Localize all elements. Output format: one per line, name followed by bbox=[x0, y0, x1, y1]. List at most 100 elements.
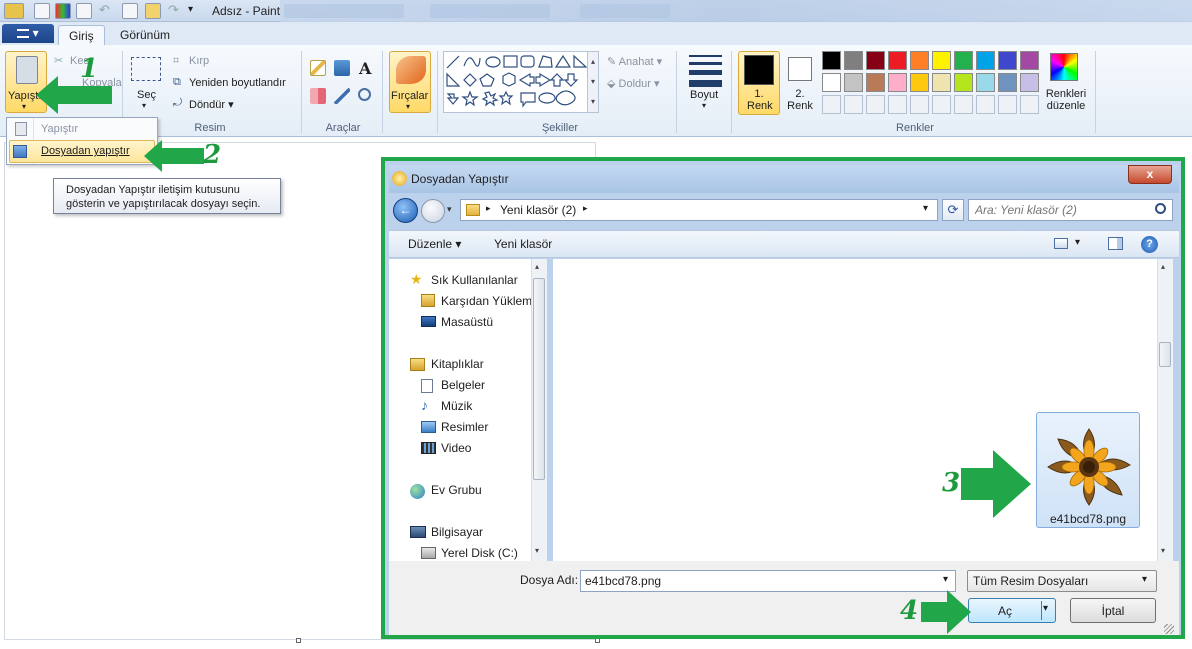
nav-local-disk[interactable]: Yerel Disk (C:) bbox=[441, 546, 518, 560]
palette-swatch[interactable] bbox=[1020, 73, 1039, 92]
menu-item-paste[interactable]: Yapıştır bbox=[41, 123, 78, 135]
custom-color-slot[interactable] bbox=[822, 95, 841, 114]
size-dropdown-icon[interactable]: ▾ bbox=[702, 101, 706, 110]
help-icon[interactable]: ? bbox=[1141, 236, 1158, 253]
cancel-button[interactable]: İptal bbox=[1070, 598, 1156, 623]
nav-documents[interactable]: Belgeler bbox=[441, 378, 485, 392]
back-button[interactable]: ← bbox=[393, 198, 418, 223]
navigation-scroll-thumb[interactable] bbox=[533, 278, 545, 480]
pencil-icon[interactable] bbox=[310, 60, 326, 76]
new-folder-button[interactable]: Yeni klasör bbox=[494, 237, 552, 251]
text-tool-icon[interactable]: A bbox=[359, 59, 371, 78]
shapes-gallery[interactable] bbox=[443, 51, 595, 113]
palette-swatch[interactable] bbox=[888, 73, 907, 92]
file-scroll-up-icon[interactable]: ▴ bbox=[1161, 262, 1165, 271]
size-button[interactable]: Boyut bbox=[690, 89, 718, 101]
color2-swatch[interactable] bbox=[788, 57, 812, 81]
custom-color-slot[interactable] bbox=[998, 95, 1017, 114]
palette-swatch[interactable] bbox=[998, 51, 1017, 70]
paint-app-icon[interactable] bbox=[4, 3, 24, 19]
edit-colors-button[interactable]: Renkleri düzenle bbox=[1044, 88, 1088, 112]
custom-color-slot[interactable] bbox=[844, 95, 863, 114]
nav-downloads[interactable]: Karşıdan Yüklem bbox=[441, 294, 532, 308]
redo-icon[interactable]: ↷ bbox=[168, 3, 184, 19]
menu-item-paste-from-file[interactable]: Dosyadan yapıştır bbox=[9, 140, 155, 163]
size-lines-icon[interactable] bbox=[689, 55, 722, 87]
select-button[interactable]: Seç bbox=[137, 89, 156, 101]
file-list-scrollbar[interactable]: ▴ ▾ bbox=[1157, 259, 1173, 561]
custom-color-slot[interactable] bbox=[910, 95, 929, 114]
color1-button[interactable]: 1. Renk bbox=[738, 51, 780, 115]
palette-swatch[interactable] bbox=[932, 51, 951, 70]
palette-swatch[interactable] bbox=[822, 51, 841, 70]
filename-value[interactable]: e41bcd78.png bbox=[585, 574, 661, 588]
color-palette[interactable] bbox=[822, 51, 1042, 117]
resize-button[interactable]: Yeniden boyutlandır bbox=[189, 77, 286, 89]
search-icon[interactable] bbox=[1155, 203, 1166, 214]
palette-swatch[interactable] bbox=[888, 51, 907, 70]
customize-qat-icon[interactable]: ▾ bbox=[188, 3, 204, 19]
tab-view[interactable]: Görünüm bbox=[110, 25, 180, 46]
eraser-icon[interactable] bbox=[310, 88, 326, 104]
shapes-icons[interactable] bbox=[444, 52, 594, 112]
file-menu-button[interactable]: ▾ bbox=[2, 24, 54, 43]
palette-swatch[interactable] bbox=[976, 73, 995, 92]
palette-swatch[interactable] bbox=[844, 51, 863, 70]
view-dropdown-icon[interactable]: ▾ bbox=[1075, 237, 1080, 248]
view-options-icon[interactable] bbox=[1054, 238, 1068, 249]
palette-icon[interactable] bbox=[55, 3, 71, 19]
custom-color-slot[interactable] bbox=[888, 95, 907, 114]
palette-swatch[interactable] bbox=[976, 51, 995, 70]
nav-video[interactable]: Video bbox=[441, 441, 471, 455]
custom-color-slot[interactable] bbox=[1020, 95, 1039, 114]
nav-computer[interactable]: Bilgisayar bbox=[431, 525, 483, 539]
outline-button[interactable]: ✎ Anahat ▾ bbox=[607, 55, 662, 68]
color2-button[interactable]: 2. Renk bbox=[786, 88, 814, 112]
palette-swatch[interactable] bbox=[866, 73, 885, 92]
tab-home[interactable]: Giriş bbox=[58, 25, 105, 46]
dialog-close-button[interactable]: x bbox=[1128, 165, 1172, 184]
custom-color-slot[interactable] bbox=[976, 95, 995, 114]
file-list-scroll-thumb[interactable] bbox=[1159, 342, 1171, 367]
rotate-button[interactable]: Döndür ▾ bbox=[189, 98, 234, 111]
breadcrumb-chevron-icon[interactable]: ▸ bbox=[583, 203, 588, 214]
filename-dropdown-icon[interactable]: ▾ bbox=[943, 574, 948, 585]
magnifier-icon[interactable] bbox=[358, 88, 371, 101]
palette-swatch[interactable] bbox=[1020, 51, 1039, 70]
file-item[interactable]: e41bcd78.png bbox=[1036, 412, 1140, 528]
nav-homegroup[interactable]: Ev Grubu bbox=[431, 483, 482, 497]
palette-swatch[interactable] bbox=[866, 51, 885, 70]
brushes-button[interactable]: Fırçalar ▾ bbox=[389, 51, 431, 113]
palette-swatch[interactable] bbox=[844, 73, 863, 92]
open-button[interactable]: Aç ▾ bbox=[968, 598, 1056, 623]
custom-color-slot[interactable] bbox=[932, 95, 951, 114]
new-file-icon[interactable] bbox=[122, 3, 138, 19]
shapes-scroll[interactable]: ▴ ▾ ▾ bbox=[587, 51, 599, 113]
palette-swatch[interactable] bbox=[954, 73, 973, 92]
open-dropdown-icon[interactable]: ▾ bbox=[1043, 603, 1048, 614]
recent-pages-dropdown-icon[interactable]: ▾ bbox=[447, 204, 452, 215]
fill-bucket-icon[interactable] bbox=[334, 60, 350, 76]
canvas-resize-handle[interactable] bbox=[296, 638, 301, 643]
palette-swatch[interactable] bbox=[932, 73, 951, 92]
palette-swatch[interactable] bbox=[910, 73, 929, 92]
palette-swatch[interactable] bbox=[822, 73, 841, 92]
file-scroll-down-icon[interactable]: ▾ bbox=[1161, 546, 1165, 555]
breadcrumb-current-folder[interactable]: Yeni klasör (2) bbox=[500, 203, 576, 217]
edit-colors-icon[interactable] bbox=[1050, 53, 1078, 81]
filetype-select[interactable]: Tüm Resim Dosyaları ▾ bbox=[967, 570, 1157, 592]
select-dropdown-icon[interactable]: ▾ bbox=[142, 101, 146, 110]
preview-pane-icon[interactable] bbox=[1108, 237, 1123, 250]
fill-button[interactable]: ⬙ Doldur ▾ bbox=[607, 77, 660, 90]
resize-grip-icon[interactable] bbox=[1164, 624, 1174, 634]
nav-favorites[interactable]: Sık Kullanılanlar bbox=[431, 273, 518, 287]
search-box[interactable] bbox=[968, 199, 1173, 221]
select-icon[interactable] bbox=[131, 57, 161, 81]
nav-libraries[interactable]: Kitaplıklar bbox=[431, 357, 484, 371]
print-preview-icon[interactable] bbox=[76, 3, 92, 19]
open-icon[interactable] bbox=[145, 3, 161, 19]
nav-music[interactable]: Müzik bbox=[441, 399, 472, 413]
refresh-button[interactable]: ⟳ bbox=[942, 199, 964, 221]
undo-icon[interactable]: ↶ bbox=[99, 3, 115, 19]
nav-pictures[interactable]: Resimler bbox=[441, 420, 488, 434]
